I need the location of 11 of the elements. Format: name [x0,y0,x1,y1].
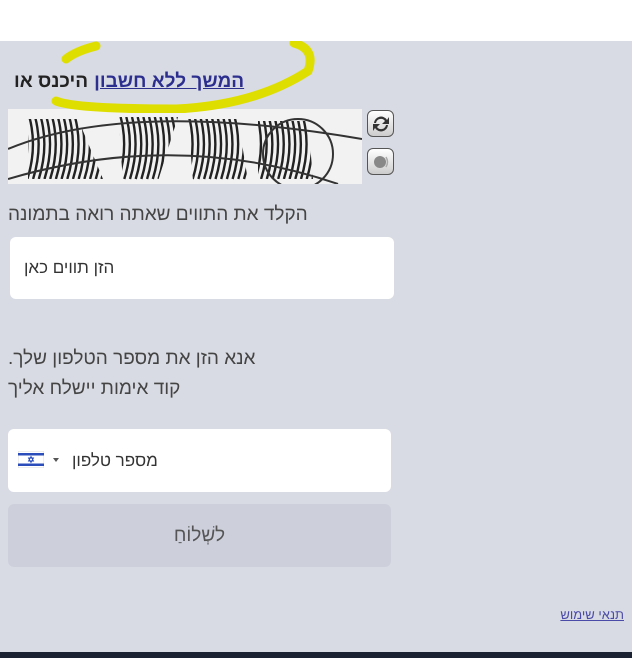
continue-without-account-link[interactable]: המשך ללא חשבון [94,71,244,93]
phone-input[interactable]: מספר טלפון [8,429,391,492]
phone-instructions: אנא הזן את מספר הטלפון שלך. קוד אימות יישלח אליך [8,347,256,401]
terms-link[interactable]: תנאי שימוש [560,607,624,622]
speaker-icon[interactable] [367,148,394,175]
caret-icon [53,458,59,462]
captcha-label: הקלד את התווים שאתה רואה בתמונה [8,204,309,226]
sign-in-text: היכנס או [14,71,88,93]
captcha-input-field[interactable]: הזן תווים כאן [10,237,394,299]
refresh-icon[interactable] [367,110,394,137]
country-selector[interactable] [18,451,59,468]
